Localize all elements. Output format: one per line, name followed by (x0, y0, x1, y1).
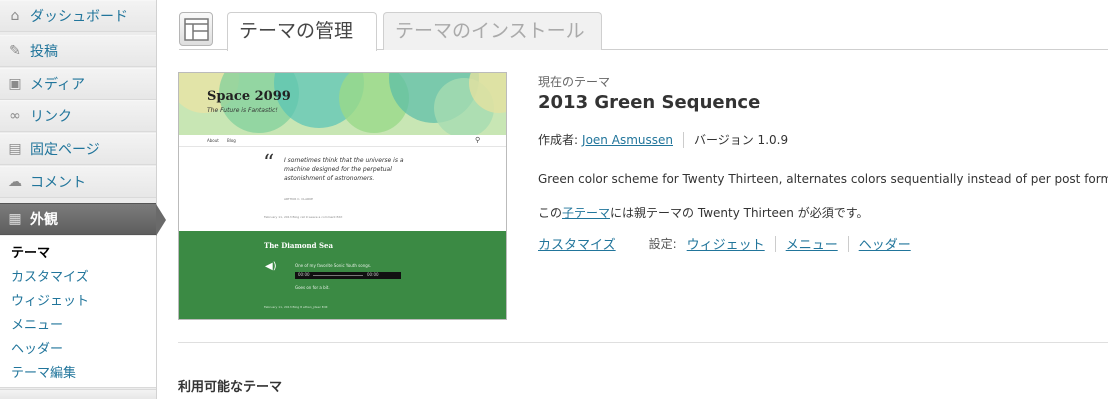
submenu-widgets[interactable]: ウィジェット (0, 290, 156, 314)
preview-post-meta: February 11, 2013 Blog 8 ethan_jdeer Edi… (264, 305, 328, 309)
parent-note-pre: この (538, 206, 563, 220)
submenu-theme-editor[interactable]: テーマ編集 (0, 362, 156, 386)
author-link[interactable]: Joen Asmussen (582, 133, 673, 147)
menu-label: メディア (30, 77, 86, 93)
preview-quote: I sometimes think that the universe is a… (284, 157, 404, 182)
menu-comments[interactable]: ☁ コメント (0, 166, 156, 198)
theme-actions: カスタマイズ 設定: ウィジェット メニュー ヘッダー (538, 234, 911, 253)
player-time-right: 00:00 (367, 272, 379, 277)
preview-nav-item: About (207, 138, 219, 143)
menu-label: コメント (30, 175, 86, 191)
preview-quote-author: ARTHUR C. CLARKE (284, 197, 314, 201)
appearance-submenu: テーマ カスタマイズ ウィジェット メニュー ヘッダー テーマ編集 (0, 236, 156, 388)
preview-green-post: The Diamond Sea ◀) One of my favorite So… (179, 231, 506, 319)
menu-dashboard[interactable]: ⌂ ダッシュボード (0, 0, 156, 32)
appearance-icon: ▦ (8, 211, 22, 227)
tab-manage-themes[interactable]: テーマの管理 (227, 12, 377, 51)
submenu-customize[interactable]: カスタマイズ (0, 266, 156, 290)
customize-link[interactable]: カスタマイズ (538, 234, 616, 253)
header-link[interactable]: ヘッダー (859, 234, 911, 253)
main-content: テーマの管理 テーマのインストール Space 2099 The Future … (157, 0, 1108, 399)
preview-tagline: The Future is Fantastic! (207, 107, 278, 114)
pages-icon: ▤ (8, 141, 22, 157)
preview-search-icon: ⚲ (475, 136, 481, 144)
author-prefix: 作成者: (538, 133, 579, 147)
preview-site-title: Space 2099 (207, 89, 291, 104)
menu-next-partial (0, 389, 156, 399)
child-theme-link[interactable]: 子テーマ (562, 206, 610, 220)
preview-header: Space 2099 The Future is Fantastic! (179, 73, 506, 135)
parent-theme-note: この子テーマには親テーマの Twenty Thirteen が必須です。 (538, 204, 869, 221)
themes-page-icon (179, 12, 213, 46)
menu-appearance[interactable]: ▦ 外観 (0, 203, 166, 236)
preview-post-title: The Diamond Sea (264, 241, 333, 250)
available-themes-heading: 利用可能なテーマ (178, 380, 283, 395)
menus-link[interactable]: メニュー (786, 234, 838, 253)
preview-meta: February 11, 2013 Blog cat 9 Leave a com… (264, 215, 343, 219)
player-time-left: 00:00 (298, 272, 310, 277)
menu-label: リンク (30, 109, 72, 125)
widgets-link[interactable]: ウィジェット (687, 234, 765, 253)
media-icon: ▣ (8, 76, 22, 92)
menu-pages[interactable]: ▤ 固定ページ (0, 133, 156, 165)
menu-label: 投稿 (30, 44, 58, 60)
menu-media[interactable]: ▣ メディア (0, 68, 156, 100)
menu-links[interactable]: ∞ リンク (0, 100, 156, 132)
submenu-themes[interactable]: テーマ (0, 242, 156, 266)
preview-nav: About Blog ⚲ (179, 135, 506, 147)
link-icon: ∞ (9, 108, 21, 124)
submenu-menus[interactable]: メニュー (0, 314, 156, 338)
divider (682, 131, 684, 148)
preview-quote-mark: “ (263, 151, 275, 176)
menu-posts[interactable]: ✎ 投稿 (0, 35, 156, 67)
dashboard-icon: ⌂ (10, 8, 20, 24)
submenu-header[interactable]: ヘッダー (0, 338, 156, 362)
current-theme-name: 2013 Green Sequence (538, 92, 761, 113)
section-divider (178, 342, 1108, 343)
preview-nav-item: Blog (227, 138, 236, 143)
pin-icon: ✎ (9, 43, 21, 59)
menu-label: 外観 (30, 212, 58, 228)
theme-version: バージョン 1.0.9 (693, 133, 789, 147)
comment-icon: ☁ (8, 174, 22, 190)
current-theme-label: 現在のテーマ (538, 75, 611, 89)
preview-audio-player: 00:00 00:00 (295, 272, 401, 279)
parent-note-post: には親テーマの Twenty Thirteen が必須です。 (610, 206, 869, 220)
preview-post-end: Goes on for a bit. (295, 285, 330, 290)
divider (847, 235, 849, 252)
theme-description: Green color scheme for Twenty Thirteen, … (538, 172, 1108, 186)
tab-install-themes[interactable]: テーマのインストール (383, 12, 602, 50)
menu-label: 固定ページ (30, 142, 100, 158)
theme-screenshot: Space 2099 The Future is Fantastic! Abou… (178, 72, 507, 320)
settings-label: 設定: (648, 237, 677, 251)
speaker-icon: ◀) (265, 261, 277, 272)
player-progress-bar (313, 275, 363, 276)
author-version-line: 作成者: Joen Asmussen バージョン 1.0.9 (538, 131, 788, 148)
menu-label: ダッシュボード (30, 9, 128, 25)
preview-post-sub: One of my favorite Sonic Youth songs. (295, 263, 372, 268)
admin-sidebar: ⌂ ダッシュボード ✎ 投稿 ▣ メディア ∞ リンク ▤ 固定ページ ☁ コメ… (0, 0, 166, 399)
divider (774, 235, 776, 252)
